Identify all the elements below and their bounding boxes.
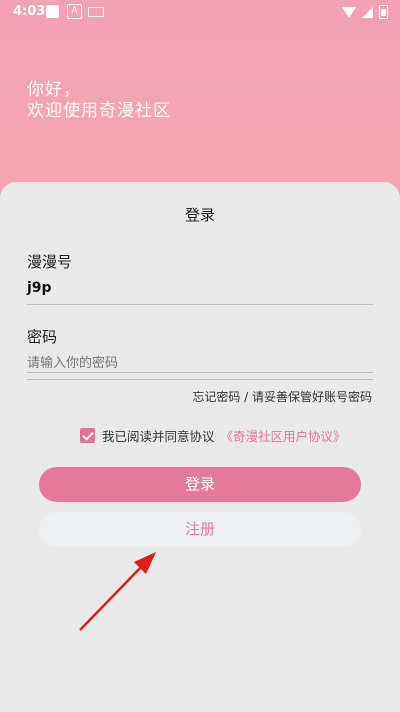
annotation-arrow-icon — [79, 552, 156, 631]
app-screen: 4:03 A 你好， 欢迎使用奇漫社区 登录 漫漫号 j9p 密码 忘记密码 /… — [0, 0, 400, 712]
